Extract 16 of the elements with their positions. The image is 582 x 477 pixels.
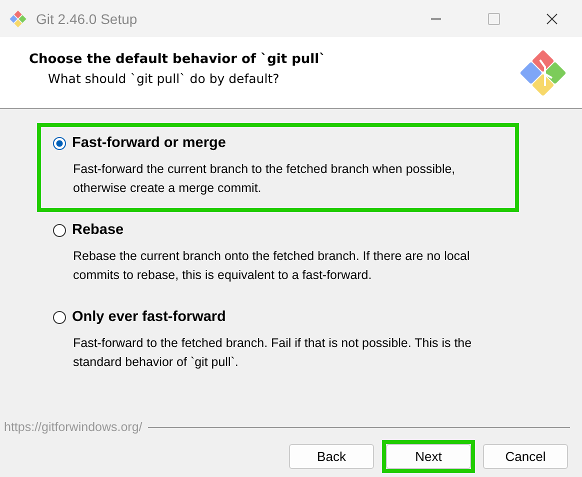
wizard-button[interactable]: Cancel	[483, 444, 568, 469]
git-logo-icon	[9, 10, 27, 28]
radio-option[interactable]: Fast-forward or merge	[53, 135, 226, 151]
option-description: Fast-forward the current branch to the fetched branch when possible, otherwise create a merge commit.	[73, 161, 456, 197]
radio-option[interactable]: Only ever fast-forward	[53, 309, 226, 325]
git-logo-icon	[518, 48, 568, 98]
radio-option[interactable]: Rebase	[53, 222, 124, 238]
close-icon[interactable]	[546, 12, 558, 24]
page-subtitle: What should `git pull` do by default?	[47, 70, 280, 86]
option-description: Fast-forward to the fetched branch. Fail if that is not possible. This is the standard behavior of `git pull`.	[73, 335, 473, 371]
page-title: Choose the default behavior of `git pull`	[29, 52, 327, 66]
wizard-button[interactable]: Next	[386, 444, 471, 469]
window-title: Git 2.46.0 Setup	[36, 10, 138, 26]
option-description: Rebase the current branch onto the fetched branch. If there are no local commits to rebase, this is equivalent to a fast-forward.	[73, 248, 471, 284]
maximize-icon	[488, 12, 500, 24]
wizard-button[interactable]: Back	[289, 444, 374, 469]
